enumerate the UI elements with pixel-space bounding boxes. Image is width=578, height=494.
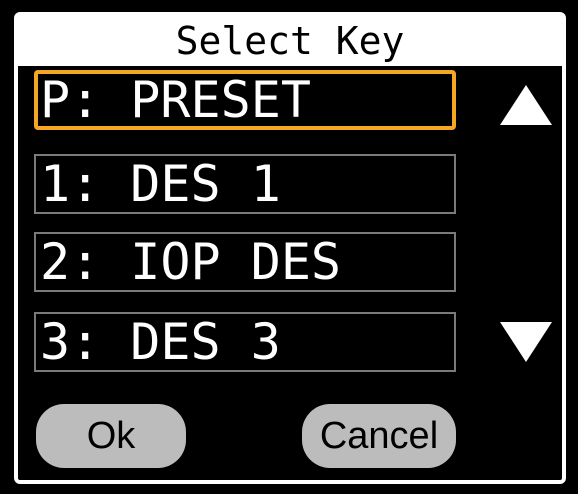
dialog-title: Select Key	[18, 16, 562, 66]
ok-button[interactable]: Ok	[36, 404, 186, 468]
key-item-des-1[interactable]: 1: DES 1	[34, 154, 456, 214]
key-item-des-3[interactable]: 3: DES 3	[34, 312, 456, 372]
cancel-button[interactable]: Cancel	[302, 404, 456, 468]
scroll-down-icon[interactable]	[500, 322, 552, 362]
scroll-up-icon[interactable]	[500, 85, 552, 125]
key-item-iop-des[interactable]: 2: IOP DES	[34, 232, 456, 292]
key-item-preset[interactable]: P: PRESET	[34, 70, 456, 130]
select-key-screen: Select Key P: PRESET 1: DES 1 2: IOP DES…	[0, 0, 578, 494]
